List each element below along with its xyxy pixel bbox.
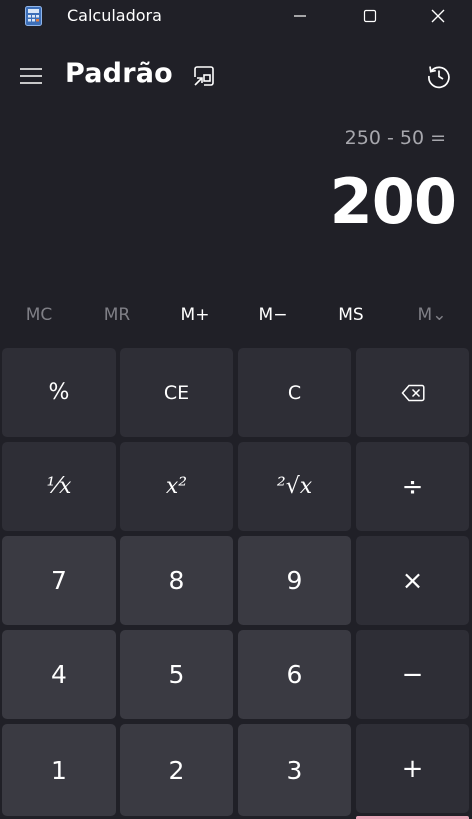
digit-2-button[interactable]: 2 xyxy=(120,724,233,816)
memory-subtract-button[interactable]: M− xyxy=(234,296,312,334)
divide-label: ÷ xyxy=(401,471,424,502)
backspace-button[interactable] xyxy=(356,348,469,437)
digit-5-label: 5 xyxy=(168,660,185,689)
hamburger-icon xyxy=(20,68,42,84)
memory-recall-button[interactable]: MR xyxy=(78,296,156,334)
percent-label: % xyxy=(48,380,70,405)
minimize-button[interactable] xyxy=(270,0,330,32)
clear-entry-label: CE xyxy=(163,381,190,404)
memory-row: MC MR M+ M− MS M⌄ xyxy=(0,296,472,334)
digit-1-button[interactable]: 1 xyxy=(2,724,116,816)
menu-button[interactable] xyxy=(12,60,50,92)
keep-on-top-button[interactable] xyxy=(186,60,222,92)
history-icon xyxy=(428,66,450,89)
reciprocal-label: ¹⁄x xyxy=(46,474,72,499)
memory-store-button[interactable]: MS xyxy=(312,296,390,334)
percent-button[interactable]: % xyxy=(2,348,116,437)
digit-7-button[interactable]: 7 xyxy=(2,536,116,625)
history-button[interactable] xyxy=(418,58,460,94)
minus-button[interactable]: − xyxy=(356,630,469,719)
clear-entry-button[interactable]: CE xyxy=(120,348,233,437)
header: Padrão xyxy=(0,50,472,102)
divide-button[interactable]: ÷ xyxy=(356,442,469,531)
clear-button[interactable]: C xyxy=(238,348,351,437)
square-button[interactable]: x² xyxy=(120,442,233,531)
minus-label: − xyxy=(401,659,424,690)
digit-3-label: 3 xyxy=(286,755,303,785)
plus-label: + xyxy=(401,753,424,784)
digit-9-button[interactable]: 9 xyxy=(238,536,351,625)
close-icon xyxy=(431,9,445,23)
multiply-button[interactable]: × xyxy=(356,536,469,625)
digit-4-label: 4 xyxy=(51,660,67,689)
close-button[interactable] xyxy=(408,0,468,32)
digit-6-button[interactable]: 6 xyxy=(238,630,351,719)
keep-on-top-icon xyxy=(194,66,214,86)
backspace-icon xyxy=(401,384,425,401)
digit-4-button[interactable]: 4 xyxy=(2,630,116,719)
square-root-button[interactable]: ²√x xyxy=(238,442,351,531)
multiply-label: × xyxy=(401,565,424,596)
digit-9-label: 9 xyxy=(286,566,303,595)
digit-6-label: 6 xyxy=(286,660,303,689)
window-title: Calculadora xyxy=(67,6,162,25)
maximize-button[interactable] xyxy=(340,0,400,32)
memory-clear-button[interactable]: MC xyxy=(0,296,78,334)
memory-add-button[interactable]: M+ xyxy=(156,296,234,334)
calculator-icon xyxy=(25,6,42,26)
digit-3-button[interactable]: 3 xyxy=(238,724,351,816)
mode-title: Padrão xyxy=(65,58,173,89)
minimize-icon xyxy=(294,15,306,17)
digit-5-button[interactable]: 5 xyxy=(120,630,233,719)
maximize-icon xyxy=(363,9,377,23)
plus-button[interactable]: + xyxy=(356,724,469,813)
result-display: 200 xyxy=(329,165,457,238)
expression-display: 250 - 50 = xyxy=(344,127,446,149)
reciprocal-button[interactable]: ¹⁄x xyxy=(2,442,116,531)
digit-1-label: 1 xyxy=(51,755,67,785)
digit-8-button[interactable]: 8 xyxy=(120,536,233,625)
digit-2-label: 2 xyxy=(168,755,185,785)
memory-list-button[interactable]: M⌄ xyxy=(393,296,471,334)
square-label: x² xyxy=(165,474,188,499)
digit-7-label: 7 xyxy=(51,566,67,595)
title-bar: Calculadora xyxy=(0,0,472,34)
clear-label: C xyxy=(287,381,302,404)
square-root-label: ²√x xyxy=(276,474,313,499)
digit-8-label: 8 xyxy=(168,566,185,595)
